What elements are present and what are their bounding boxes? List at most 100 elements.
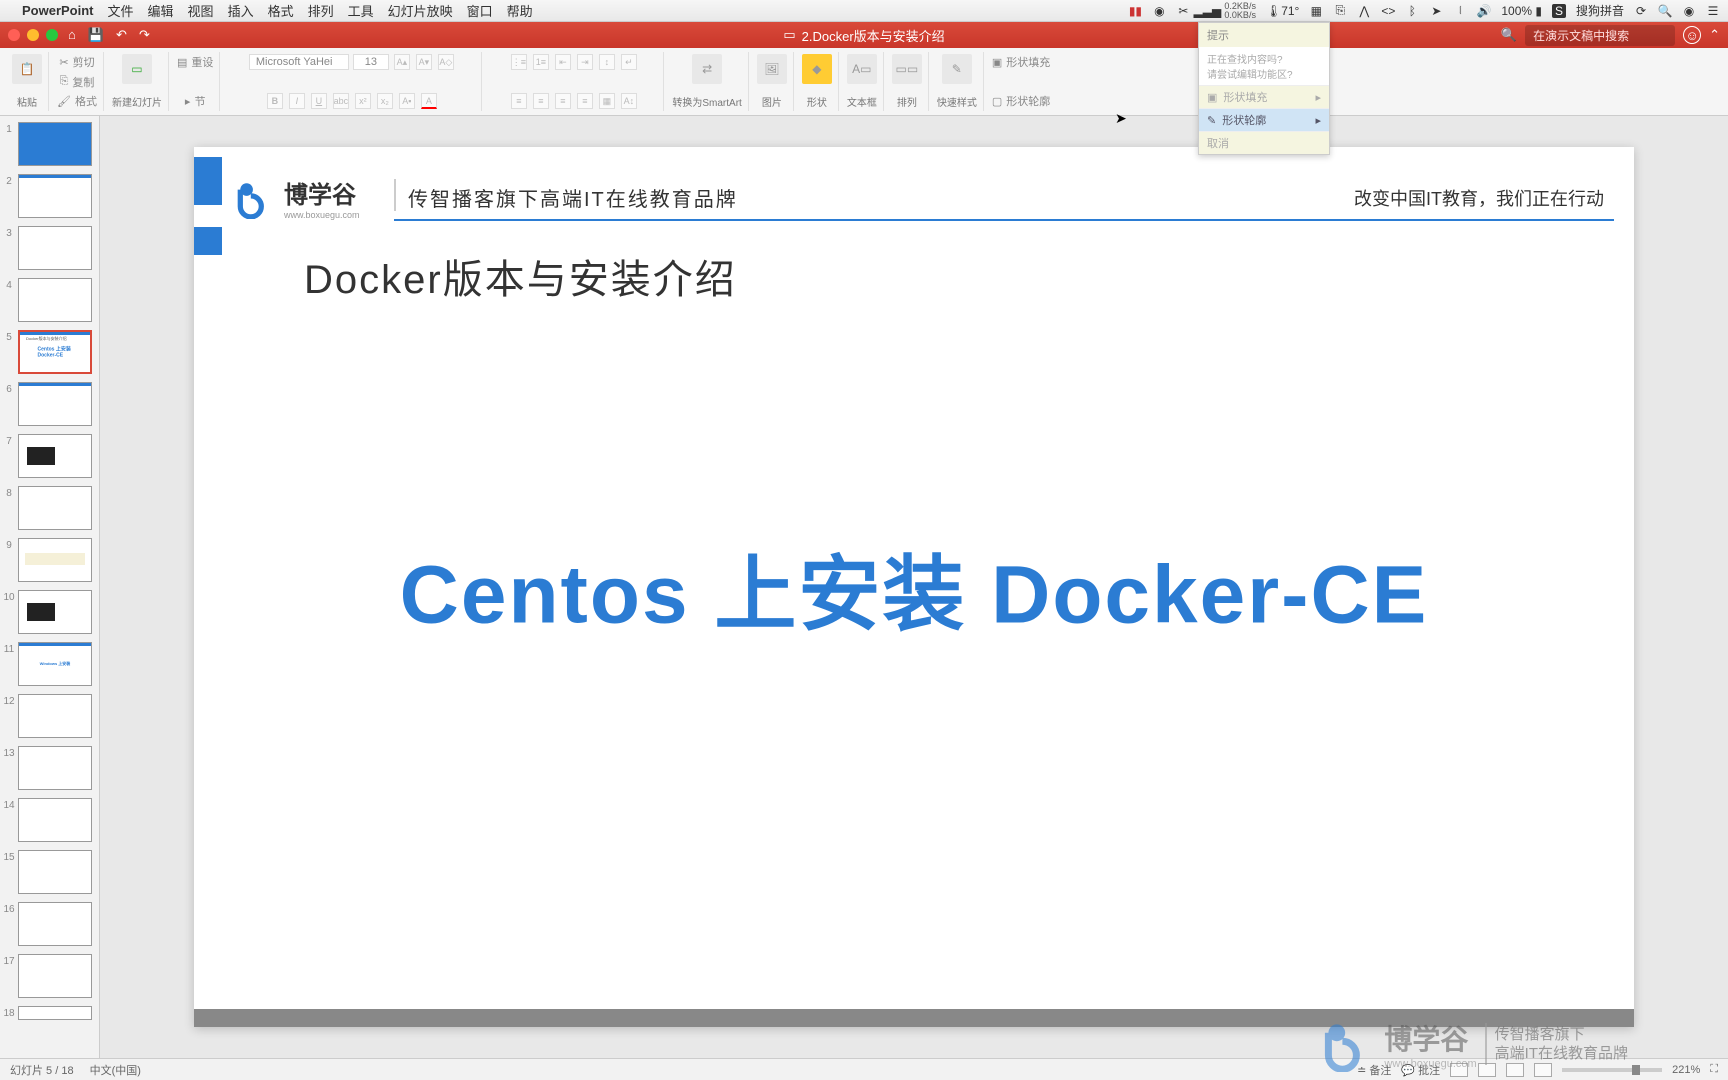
battery-indicator[interactable]: 100% ▮ bbox=[1501, 4, 1542, 18]
bluetooth-icon[interactable]: ᛒ bbox=[1405, 4, 1419, 18]
thumb-18[interactable] bbox=[18, 1006, 92, 1020]
thumb-12[interactable] bbox=[18, 694, 92, 738]
textbox-icon[interactable]: A▭ bbox=[847, 54, 877, 84]
menu-tools[interactable]: 工具 bbox=[348, 1, 374, 20]
code-icon[interactable]: <> bbox=[1381, 4, 1395, 18]
align-center-icon[interactable]: ≡ bbox=[533, 93, 549, 109]
format-painter-icon[interactable]: 🖌 bbox=[57, 95, 71, 108]
siri-icon[interactable]: ◉ bbox=[1682, 4, 1696, 18]
shape-outline-icon[interactable]: ▢ bbox=[992, 95, 1002, 108]
menu-arrange[interactable]: 排列 bbox=[308, 1, 334, 20]
subscript-button[interactable]: x₂ bbox=[377, 93, 393, 109]
clear-format-icon[interactable]: A◇ bbox=[438, 54, 454, 70]
underline-button[interactable]: U bbox=[311, 93, 327, 109]
layout-icon[interactable]: ▤ bbox=[177, 56, 187, 69]
align-right-icon[interactable]: ≡ bbox=[555, 93, 571, 109]
zoom-level[interactable]: 221% bbox=[1672, 1064, 1700, 1076]
control-center-icon[interactable]: ☰ bbox=[1706, 4, 1720, 18]
thumb-14[interactable] bbox=[18, 798, 92, 842]
font-size-select[interactable]: 13 bbox=[353, 54, 389, 70]
tooltip-opt-fill[interactable]: ▣形状填充▸ bbox=[1199, 85, 1329, 108]
search-input[interactable]: 在演示文稿中搜索 bbox=[1525, 25, 1675, 46]
thumb-11[interactable]: Windows 上安装 bbox=[18, 642, 92, 686]
picture-icon[interactable]: 🖼 bbox=[757, 54, 787, 84]
section-icon[interactable]: ▸ bbox=[185, 95, 191, 108]
ime-label[interactable]: 搜狗拼音 bbox=[1576, 2, 1624, 19]
text-direction-icon[interactable]: ↵ bbox=[621, 54, 637, 70]
menu-edit[interactable]: 编辑 bbox=[148, 1, 174, 20]
qat-save-icon[interactable]: 💾 bbox=[88, 27, 104, 43]
location-icon[interactable]: ➤ bbox=[1429, 4, 1443, 18]
superscript-button[interactable]: x² bbox=[355, 93, 371, 109]
shape-fill-icon[interactable]: ▣ bbox=[992, 56, 1002, 69]
bold-button[interactable]: B bbox=[267, 93, 283, 109]
obs-icon[interactable]: ◉ bbox=[1152, 4, 1166, 18]
app-name[interactable]: PowerPoint bbox=[22, 3, 94, 18]
language-indicator[interactable]: 中文(中国) bbox=[90, 1062, 141, 1078]
sync-icon[interactable]: ⟳ bbox=[1634, 4, 1648, 18]
tooltip-opt-outline[interactable]: ✎形状轮廓▸ bbox=[1199, 108, 1329, 131]
cut-icon[interactable]: ✂ bbox=[59, 56, 68, 69]
thumb-2[interactable] bbox=[18, 174, 92, 218]
thumb-3[interactable] bbox=[18, 226, 92, 270]
font-color-button[interactable]: A bbox=[421, 93, 437, 109]
indent-dec-icon[interactable]: ⇤ bbox=[555, 54, 571, 70]
arrange-icon[interactable]: ▭▭ bbox=[892, 54, 922, 84]
qat-undo-icon[interactable]: ↶ bbox=[116, 27, 127, 43]
smiley-icon[interactable]: ☺ bbox=[1683, 26, 1701, 44]
numbering-icon[interactable]: 1≡ bbox=[533, 54, 549, 70]
decrease-font-icon[interactable]: A▾ bbox=[416, 54, 432, 70]
close-button[interactable] bbox=[8, 29, 20, 41]
menu-file[interactable]: 文件 bbox=[108, 1, 134, 20]
thumb-9[interactable] bbox=[18, 538, 92, 582]
caret-icon[interactable]: ⋀ bbox=[1357, 4, 1371, 18]
thumb-1[interactable] bbox=[18, 122, 92, 166]
chevron-down-icon[interactable]: ⌃ bbox=[1709, 27, 1720, 43]
italic-button[interactable]: I bbox=[289, 93, 305, 109]
strike-button[interactable]: abc bbox=[333, 93, 349, 109]
thumb-5[interactable]: Docker版本与安装介绍Centos 上安装 Docker-CE bbox=[18, 330, 92, 374]
thumb-6[interactable] bbox=[18, 382, 92, 426]
new-slide-icon[interactable]: ▭ bbox=[122, 54, 152, 84]
justify-icon[interactable]: ≡ bbox=[577, 93, 593, 109]
bullets-icon[interactable]: ⋮≡ bbox=[511, 54, 527, 70]
fit-to-window-button[interactable]: ⛶ bbox=[1710, 1063, 1718, 1076]
align-text-icon[interactable]: A↕ bbox=[621, 93, 637, 109]
menu-slideshow[interactable]: 幻灯片放映 bbox=[388, 1, 453, 20]
thumb-10[interactable] bbox=[18, 590, 92, 634]
indent-inc-icon[interactable]: ⇥ bbox=[577, 54, 593, 70]
qat-redo-icon[interactable]: ↷ bbox=[139, 27, 150, 43]
font-name-select[interactable]: Microsoft YaHei bbox=[249, 54, 349, 70]
grid-icon[interactable]: ▦ bbox=[1309, 4, 1323, 18]
paste-icon[interactable]: 📋 bbox=[12, 54, 42, 84]
thumb-8[interactable] bbox=[18, 486, 92, 530]
thumb-16[interactable] bbox=[18, 902, 92, 946]
current-slide[interactable]: 博学谷 www.boxuegu.com 传智播客旗下高端IT在线教育品牌 改变中… bbox=[194, 147, 1634, 1027]
columns-icon[interactable]: ▦ bbox=[599, 93, 615, 109]
volume-icon[interactable]: 🔊 bbox=[1477, 4, 1491, 18]
highlight-button[interactable]: A▪ bbox=[399, 93, 415, 109]
qat-home-icon[interactable]: ⌂ bbox=[68, 27, 76, 43]
menu-window[interactable]: 窗口 bbox=[467, 1, 493, 20]
pause-icon[interactable]: ▮▮ bbox=[1128, 4, 1142, 18]
maximize-button[interactable] bbox=[46, 29, 58, 41]
clipboard-icon[interactable]: ⎘ bbox=[1333, 4, 1347, 18]
scissors-icon[interactable]: ✂ bbox=[1176, 4, 1190, 18]
search-icon[interactable]: 🔍 bbox=[1658, 4, 1672, 18]
thumb-17[interactable] bbox=[18, 954, 92, 998]
thumb-15[interactable] bbox=[18, 850, 92, 894]
menu-help[interactable]: 帮助 bbox=[507, 1, 533, 20]
shape-icon[interactable]: ◆ bbox=[802, 54, 832, 84]
align-left-icon[interactable]: ≡ bbox=[511, 93, 527, 109]
menu-insert[interactable]: 插入 bbox=[228, 1, 254, 20]
tooltip-cancel[interactable]: 取消 bbox=[1199, 131, 1329, 154]
slide-canvas[interactable]: 博学谷 www.boxuegu.com 传智播客旗下高端IT在线教育品牌 改变中… bbox=[100, 116, 1728, 1058]
minimize-button[interactable] bbox=[27, 29, 39, 41]
graph-icon[interactable]: ▂▃▅ bbox=[1200, 4, 1214, 18]
smartart-icon[interactable]: ⇄ bbox=[692, 54, 722, 84]
menu-format[interactable]: 格式 bbox=[268, 1, 294, 20]
sogou-icon[interactable]: S bbox=[1552, 4, 1566, 18]
copy-icon[interactable]: ⎘ bbox=[60, 75, 69, 88]
thumb-4[interactable] bbox=[18, 278, 92, 322]
wifi-icon[interactable]: ⧙ bbox=[1453, 4, 1467, 18]
